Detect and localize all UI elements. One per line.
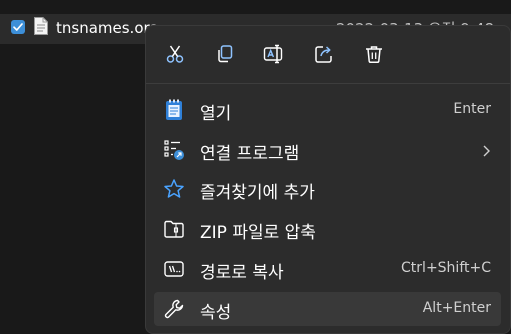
copy-icon xyxy=(218,45,233,63)
trash-icon xyxy=(366,46,382,64)
rename-icon xyxy=(263,44,283,64)
checkmark-icon xyxy=(13,23,23,31)
cut-button[interactable] xyxy=(163,42,187,66)
menu-item-shortcut: Alt+Enter xyxy=(422,300,491,316)
menu-item-label: 즐겨찾기에 추가 xyxy=(200,183,315,203)
menu-item-copy-as-path[interactable]: 경로로 복사 Ctrl+Shift+C xyxy=(154,252,501,286)
menu-item-label: 열기 xyxy=(200,104,232,124)
star-icon xyxy=(163,178,185,200)
path-icon xyxy=(163,258,185,280)
quick-action-bar xyxy=(146,26,510,82)
menu-item-label: ZIP 파일로 압축 xyxy=(200,223,316,243)
chevron-right-icon xyxy=(481,143,491,162)
file-checkbox[interactable] xyxy=(11,20,25,34)
menu-item-add-to-favorites[interactable]: 즐겨찾기에 추가 xyxy=(154,172,501,206)
copy-button[interactable] xyxy=(213,42,237,66)
menu-item-shortcut: Enter xyxy=(453,101,491,117)
scissors-icon xyxy=(166,45,184,63)
notepad-icon xyxy=(163,99,185,121)
open-with-icon xyxy=(163,139,185,161)
delete-button[interactable] xyxy=(362,42,386,66)
zip-folder-icon xyxy=(163,218,185,240)
share-icon xyxy=(315,46,332,63)
menu-item-properties[interactable]: 속성 Alt+Enter xyxy=(154,292,501,326)
menu-item-open-with[interactable]: 연결 프로그램 xyxy=(154,133,501,167)
menu-item-open[interactable]: 열기 Enter xyxy=(154,93,501,127)
context-menu: 열기 Enter 연결 프로그램 즐겨찾기에 추가 ZIP 파일로 압축 경로로… xyxy=(145,25,511,334)
menu-item-compress-zip[interactable]: ZIP 파일로 압축 xyxy=(154,212,501,246)
menu-item-label: 연결 프로그램 xyxy=(200,144,300,164)
menu-item-label: 속성 xyxy=(200,303,232,323)
rename-button[interactable] xyxy=(262,42,286,66)
share-button[interactable] xyxy=(312,42,336,66)
menu-item-label: 경로로 복사 xyxy=(200,263,284,283)
menu-item-shortcut: Ctrl+Shift+C xyxy=(401,260,491,276)
wrench-icon xyxy=(163,298,185,320)
file-name[interactable]: tnsnames.ora xyxy=(56,19,159,37)
document-icon xyxy=(33,16,49,40)
menu-divider xyxy=(146,83,510,84)
